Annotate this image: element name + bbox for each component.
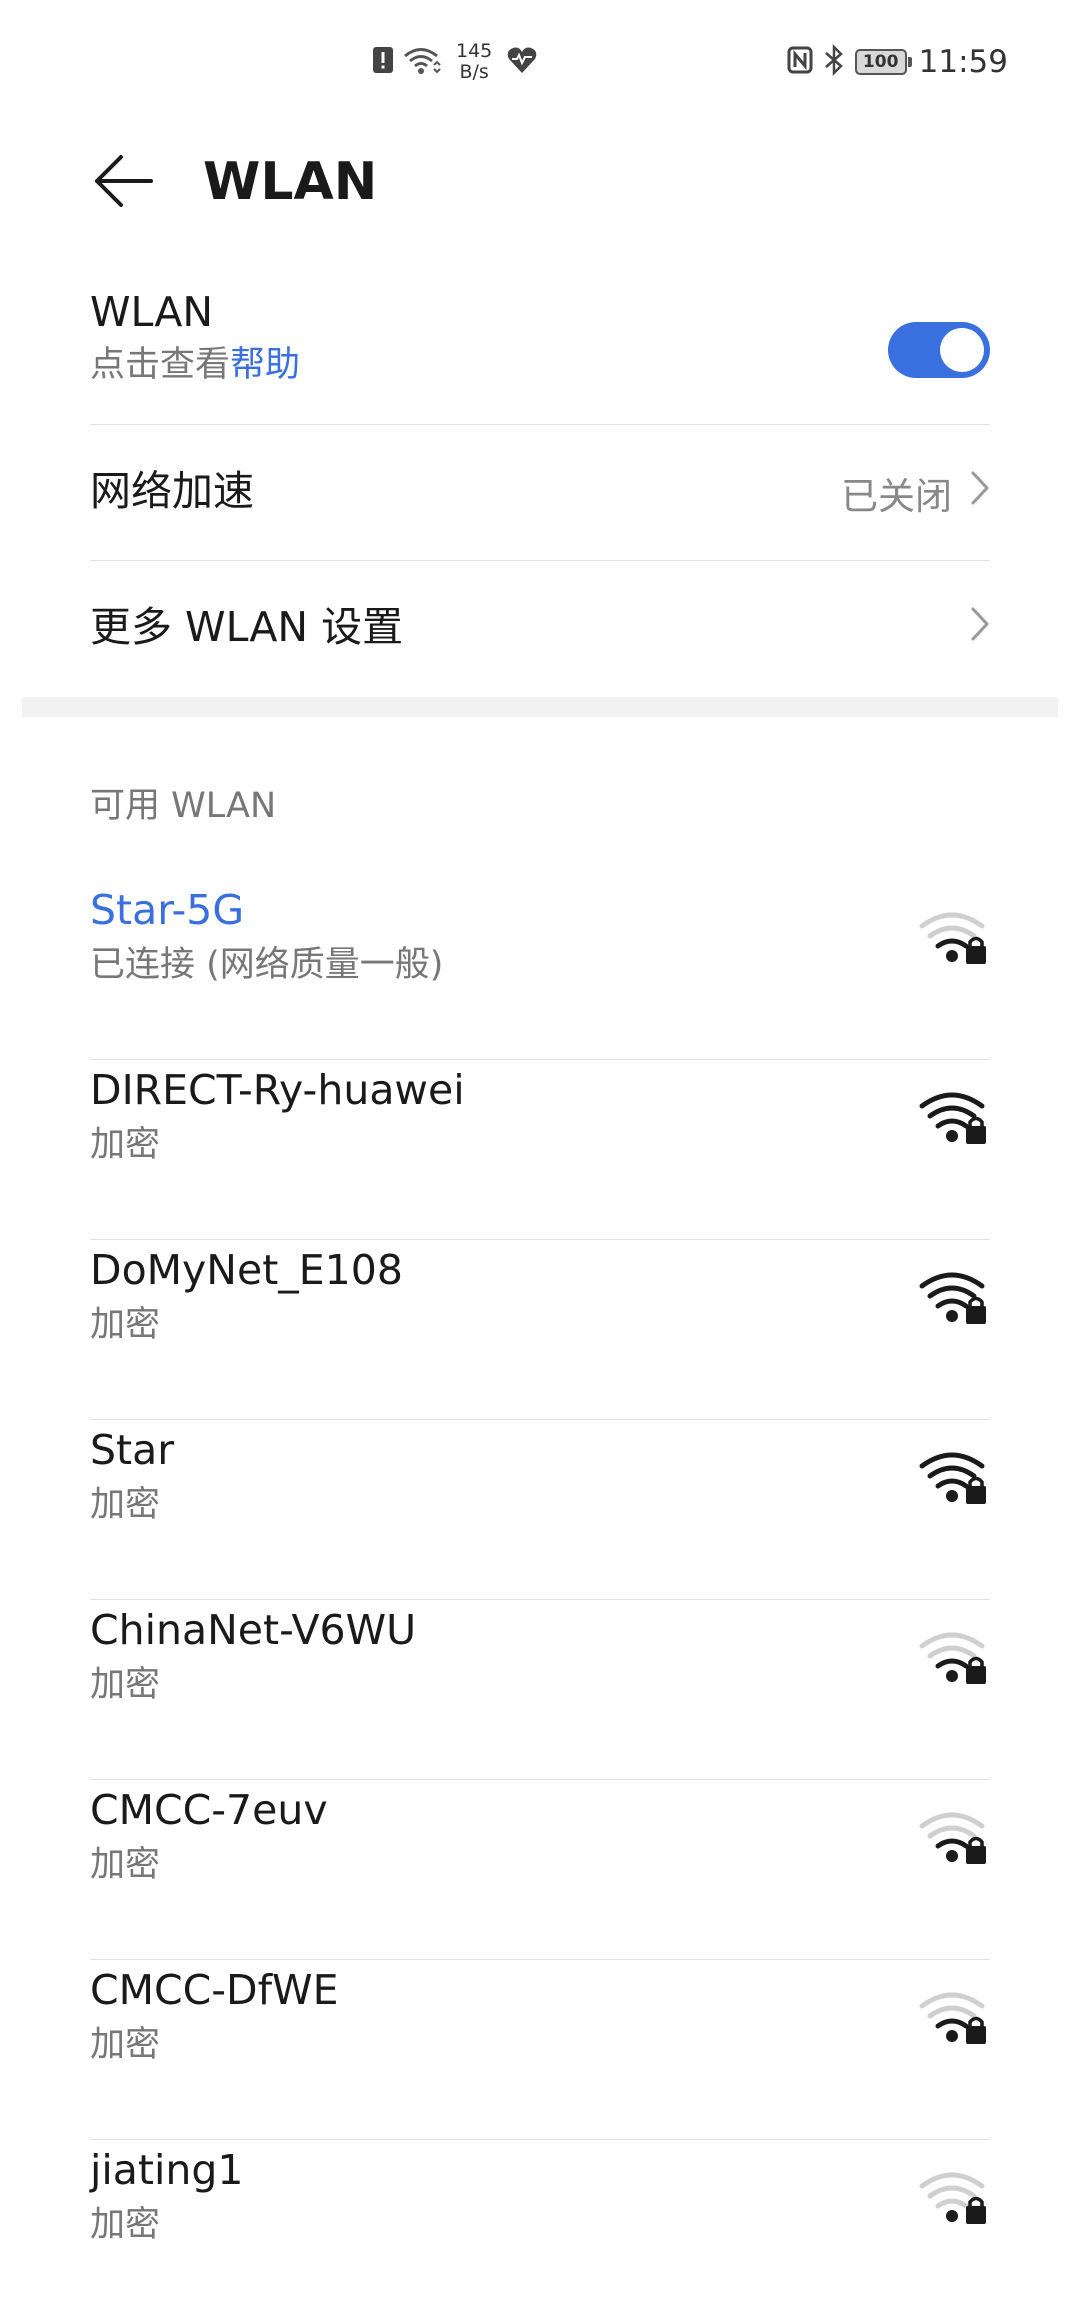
battery-level: 100 [862, 52, 899, 72]
network-name: ChinaNet-V6WU [90, 1606, 417, 1654]
wifi-locked-icon [918, 2166, 990, 2230]
network-status: 加密 [90, 2205, 161, 2245]
page-title: WLAN [203, 152, 378, 212]
network-status: 已连接 (网络质量一般) [90, 945, 444, 985]
section-separator [22, 697, 1058, 717]
status-bar-left: 145 B/s [372, 40, 538, 84]
network-list-item[interactable]: DoMyNet_E108 加密 [90, 1240, 990, 1420]
network-status: 加密 [90, 2025, 161, 2065]
network-list-item[interactable]: DIRECT-Ry-huawei 加密 [90, 1060, 990, 1240]
chevron-right-icon [970, 470, 990, 515]
wlan-toggle-row[interactable]: WLAN 点击查看帮助 [90, 284, 990, 424]
network-name: Star-5G [90, 886, 245, 934]
nfc-icon [787, 45, 813, 79]
wlan-help-text: 点击查看帮助 [90, 340, 990, 390]
network-name: DoMyNet_E108 [90, 1246, 403, 1294]
wlan-toggle-title: WLAN [90, 288, 214, 336]
network-status: 加密 [90, 1845, 161, 1885]
network-status: 加密 [90, 1485, 161, 1525]
status-bar-right: 100 11:59 [787, 40, 1008, 84]
network-list-item[interactable]: CMCC-7euv 加密 [90, 1780, 990, 1960]
health-heart-icon [506, 45, 538, 79]
network-status: 加密 [90, 1665, 161, 1705]
wifi-locked-icon [918, 1446, 990, 1510]
network-name: Star [90, 1426, 175, 1474]
status-bar: 145 B/s 100 11:59 [0, 0, 1080, 124]
toggle-knob [940, 328, 984, 372]
available-wlan-header: 可用 WLAN [90, 786, 277, 826]
network-name: DIRECT-Ry-huawei [90, 1066, 465, 1114]
wlan-toggle-switch[interactable] [888, 322, 990, 378]
network-acceleration-title: 网络加速 [90, 467, 254, 515]
clock: 11:59 [918, 44, 1008, 80]
wifi-status-icon [402, 45, 442, 79]
back-button[interactable] [84, 148, 164, 218]
arrow-left-icon [93, 153, 155, 213]
network-status: 加密 [90, 1125, 161, 1165]
network-acceleration-value-wrap: 已关闭 [841, 425, 990, 560]
network-acceleration-row[interactable]: 网络加速 已关闭 [90, 425, 990, 560]
bluetooth-icon [823, 43, 845, 80]
more-wlan-settings-chevron-wrap [970, 561, 990, 696]
more-wlan-settings-title: 更多 WLAN 设置 [90, 603, 404, 651]
wifi-locked-icon [918, 1806, 990, 1870]
network-name: CMCC-7euv [90, 1786, 328, 1834]
network-list-item[interactable]: ChinaNet-V6WU 加密 [90, 1600, 990, 1780]
wlan-help-prefix: 点击查看 [90, 345, 231, 385]
wifi-locked-icon [918, 906, 990, 970]
more-wlan-settings-row[interactable]: 更多 WLAN 设置 [90, 561, 990, 696]
chevron-right-icon [970, 606, 990, 651]
battery-indicator: 100 [854, 49, 912, 75]
wifi-locked-icon [918, 1266, 990, 1330]
network-list-item[interactable]: CMCC-DfWE 加密 [90, 1960, 990, 2140]
network-rate: 145 B/s [456, 41, 492, 83]
network-status: 加密 [90, 1305, 161, 1345]
app-header: WLAN [0, 124, 1080, 244]
network-acceleration-value: 已关闭 [841, 474, 952, 518]
network-list-item[interactable]: Star-5G 已连接 (网络质量一般) [90, 880, 990, 1060]
network-rate-value: 145 [456, 40, 493, 62]
wifi-locked-icon [918, 1086, 990, 1150]
network-name: jiating1 [90, 2146, 244, 2194]
network-list-item[interactable]: Star 加密 [90, 1420, 990, 1600]
wifi-locked-icon [918, 1626, 990, 1690]
network-list-item[interactable]: jiating1 加密 [90, 2140, 990, 2320]
alert-icon [372, 45, 394, 79]
help-link[interactable]: 帮助 [230, 345, 300, 385]
network-rate-unit: B/s [459, 61, 489, 83]
network-name: CMCC-DfWE [90, 1966, 339, 2014]
wifi-locked-icon [918, 1986, 990, 2050]
